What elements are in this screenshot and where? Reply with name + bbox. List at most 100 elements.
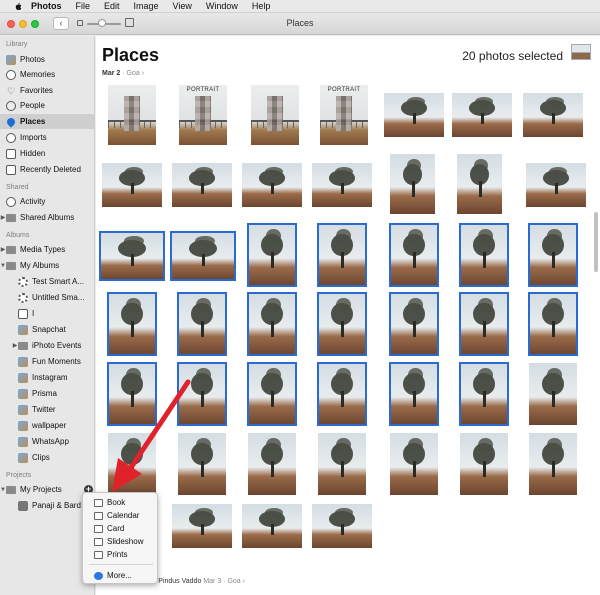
sidebar-item-my-projects[interactable]: ▼ My Projects [0, 482, 95, 497]
photo-thumbnail-selected[interactable] [389, 362, 439, 426]
sidebar-item-snapchat[interactable]: Snapchat [0, 322, 95, 337]
photo-thumbnail-selected[interactable] [99, 231, 165, 281]
sidebar-item-media-types[interactable]: ▶ Media Types [0, 242, 95, 257]
photo-thumbnail[interactable]: PORTRAIT [179, 85, 227, 145]
photo-thumbnail[interactable] [242, 504, 302, 548]
menu-help[interactable]: Help [252, 1, 271, 11]
date-location-header[interactable]: Mar 2 · Goa › [102, 70, 144, 77]
sidebar-item-recently-deleted[interactable]: Recently Deleted [0, 162, 95, 177]
sidebar-item-places[interactable]: Places [0, 114, 95, 129]
menu-item-label: Prints [107, 550, 128, 559]
photo-thumbnail-selected[interactable] [247, 362, 297, 426]
memories-icon [6, 69, 16, 80]
sidebar-item-panaji-bard[interactable]: Panaji & Bard [0, 498, 95, 513]
photo-thumbnail[interactable] [526, 163, 586, 207]
photo-thumbnail-selected[interactable] [170, 231, 236, 281]
portrait-badge: PORTRAIT [327, 87, 361, 93]
menu-view[interactable]: View [173, 1, 192, 11]
sidebar-item-fun-moments[interactable]: Fun Moments [0, 354, 95, 369]
sidebar-item-i[interactable]: I [0, 306, 95, 321]
sidebar-item-hidden[interactable]: Hidden [0, 146, 95, 161]
photo-thumbnail[interactable] [452, 93, 512, 137]
menu-item-card[interactable]: Card [83, 522, 159, 535]
menu-window[interactable]: Window [206, 1, 238, 11]
sidebar-item-iphoto-events[interactable]: ▶ iPhoto Events [0, 338, 95, 353]
apple-logo-icon[interactable] [14, 2, 22, 11]
sidebar-item-wallpaper[interactable]: wallpaper [0, 418, 95, 433]
sidebar-item-people[interactable]: People [0, 98, 95, 113]
next-moment-header[interactable]: ...Vaddo, Marra & Pindus Vaddo Mar 3 · G… [102, 576, 592, 585]
photo-thumbnail[interactable] [312, 163, 372, 207]
sidebar-item-shared-albums[interactable]: ▶ Shared Albums [0, 210, 95, 225]
photo-thumbnail-selected[interactable] [459, 362, 509, 426]
photo-thumbnail[interactable] [312, 504, 372, 548]
photo-thumbnail[interactable] [172, 163, 232, 207]
sidebar-item-photos[interactable]: Photos [0, 52, 95, 67]
sidebar-item-activity[interactable]: Activity [0, 194, 95, 209]
photo-thumbnail[interactable] [102, 163, 162, 207]
photo-thumbnail-selected[interactable] [459, 292, 509, 356]
sidebar-item-test-smart-album[interactable]: Test Smart A... [0, 274, 95, 289]
photo-thumbnail-selected[interactable] [317, 292, 367, 356]
photo-thumbnail-selected[interactable] [528, 292, 578, 356]
photo-thumbnail[interactable] [251, 85, 299, 145]
photo-thumbnail[interactable] [384, 93, 444, 137]
photo-thumbnail[interactable] [242, 163, 302, 207]
album-icon [18, 308, 28, 319]
selection-thumbnail[interactable] [571, 44, 591, 60]
vertical-scrollbar[interactable] [594, 212, 598, 272]
photo-thumbnail[interactable] [390, 154, 435, 214]
photo-thumbnail-selected[interactable] [317, 223, 367, 287]
menu-image[interactable]: Image [134, 1, 159, 11]
sidebar-item-label: WhatsApp [32, 437, 69, 446]
sidebar-item-untitled-smart-album[interactable]: Untitled Sma... [0, 290, 95, 305]
photo-thumbnail[interactable] [523, 93, 583, 137]
sidebar-item-my-albums[interactable]: ▼ My Albums [0, 258, 95, 273]
sidebar-item-instagram[interactable]: Instagram [0, 370, 95, 385]
photo-thumbnail-selected[interactable] [247, 223, 297, 287]
photo-thumbnail-selected[interactable] [107, 362, 157, 426]
photo-thumbnail-selected[interactable] [177, 292, 227, 356]
sidebar-item-twitter[interactable]: Twitter [0, 402, 95, 417]
photo-thumbnail-selected[interactable] [317, 362, 367, 426]
photo-thumbnail[interactable]: PORTRAIT [320, 85, 368, 145]
photo-thumbnail[interactable] [529, 433, 577, 495]
menu-edit[interactable]: Edit [104, 1, 120, 11]
photo-thumbnail[interactable] [390, 433, 438, 495]
date-label: Mar 2 [102, 70, 121, 77]
photo-thumbnail[interactable] [457, 154, 502, 214]
sidebar-item-prisma[interactable]: Prisma [0, 386, 95, 401]
menu-bar: Photos File Edit Image View Window Help [0, 0, 600, 13]
menu-item-more[interactable]: More... [83, 569, 159, 582]
sidebar-item-label: Memories [20, 70, 56, 79]
photo-thumbnail[interactable] [172, 504, 232, 548]
menu-item-prints[interactable]: Prints [83, 548, 159, 561]
photo-thumbnail-selected[interactable] [389, 292, 439, 356]
page-title: Places [102, 45, 160, 65]
photo-thumbnail[interactable] [178, 433, 226, 495]
menu-item-calendar[interactable]: Calendar [83, 509, 159, 522]
menu-file[interactable]: File [76, 1, 91, 11]
sidebar-item-imports[interactable]: Imports [0, 130, 95, 145]
sidebar-item-label: Media Types [20, 245, 66, 254]
photo-thumbnail[interactable] [529, 363, 577, 425]
photo-thumbnail-selected[interactable] [389, 223, 439, 287]
photo-thumbnail[interactable] [318, 433, 366, 495]
photo-thumbnail[interactable] [248, 433, 296, 495]
photo-thumbnail-selected[interactable] [107, 292, 157, 356]
menu-item-slideshow[interactable]: Slideshow [83, 535, 159, 548]
sidebar-item-clips[interactable]: Clips [0, 450, 95, 465]
photo-thumbnail[interactable] [460, 433, 508, 495]
photo-thumbnail-selected[interactable] [247, 292, 297, 356]
photo-thumbnail-selected[interactable] [459, 223, 509, 287]
photo-thumbnail-selected[interactable] [528, 223, 578, 287]
sidebar-item-whatsapp[interactable]: WhatsApp [0, 434, 95, 449]
photo-thumbnail-selected[interactable] [177, 362, 227, 426]
photo-thumbnail[interactable] [108, 85, 156, 145]
photo-thumbnail[interactable] [108, 433, 156, 495]
sidebar-item-favorites[interactable]: ♡ Favorites [0, 83, 95, 98]
sidebar-item-memories[interactable]: Memories [0, 67, 95, 82]
cloud-icon [6, 196, 16, 207]
menu-item-book[interactable]: Book [83, 496, 159, 509]
menu-app-photos[interactable]: Photos [31, 1, 62, 11]
